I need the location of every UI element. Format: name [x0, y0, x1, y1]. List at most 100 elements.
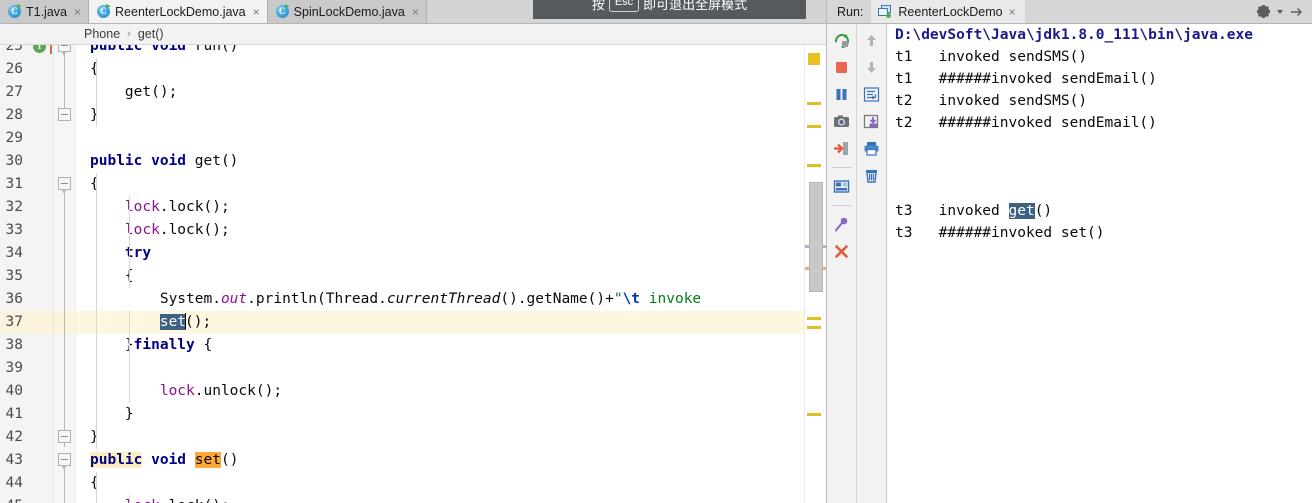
code-line[interactable]: public void run()	[76, 45, 826, 58]
stop-icon[interactable]	[830, 56, 854, 79]
breadcrumb-member[interactable]: get()	[138, 27, 164, 41]
code-line[interactable]: try	[76, 242, 826, 265]
code-line[interactable]: }	[76, 426, 826, 449]
line-number: 30	[5, 153, 23, 169]
trash-icon[interactable]	[860, 164, 884, 187]
code-line[interactable]: System.out.println(Thread.currentThread(…	[76, 288, 826, 311]
fullscreen-hint-suffix: 即可退出全屏模式	[643, 0, 748, 12]
code-line[interactable]: }	[76, 104, 826, 127]
arrow-up-icon[interactable]	[860, 29, 884, 52]
indent-guide	[129, 196, 130, 288]
code-line[interactable]: set();	[76, 311, 826, 334]
exit-icon[interactable]	[830, 137, 854, 160]
line-number: 44	[5, 475, 23, 491]
close-x-icon[interactable]	[830, 240, 854, 263]
rerun-icon[interactable]	[830, 29, 854, 52]
line-number: 28	[5, 107, 23, 123]
code-line[interactable]: {	[76, 58, 826, 81]
code-token: "	[613, 291, 623, 307]
gear-icon[interactable]	[1254, 3, 1272, 21]
line-number: 27	[5, 84, 23, 100]
code-lines[interactable]: public void run() { get();} public void ge…	[76, 45, 826, 503]
warning-marker[interactable]	[807, 164, 821, 167]
minimize-arrow-icon[interactable]	[1288, 3, 1306, 21]
warning-marker[interactable]	[807, 326, 821, 329]
warning-marker[interactable]	[807, 125, 821, 128]
console-output-line: t1 invoked sendSMS()	[895, 49, 1088, 65]
code-token: out	[220, 291, 248, 307]
warning-marker[interactable]	[807, 413, 821, 416]
code-line[interactable]: lock.unlock();	[76, 380, 826, 403]
indent-guide	[129, 311, 130, 403]
code-line[interactable]: lock.lock();	[76, 219, 826, 242]
console-selected-text: get	[1008, 203, 1035, 219]
code-line[interactable]: }	[76, 403, 826, 426]
code-token: void	[142, 452, 195, 468]
warning-marker[interactable]	[807, 102, 821, 105]
fold-region-line	[64, 465, 65, 503]
code-token: {	[90, 61, 99, 77]
vertical-scrollbar-thumb[interactable]	[809, 182, 823, 292]
code-token: run()	[194, 45, 239, 54]
close-icon[interactable]: ×	[74, 6, 81, 18]
fold-toggle-icon[interactable]	[58, 453, 71, 470]
code-line[interactable]: public void set()	[76, 449, 826, 472]
line-number: 37	[5, 314, 23, 330]
console-output-line: t1 ######invoked sendEmail()	[895, 71, 1157, 87]
soft-wrap-icon[interactable]	[860, 83, 884, 106]
print-icon[interactable]	[860, 137, 884, 160]
toolbar-divider	[831, 205, 852, 206]
code-line[interactable]: lock.lock();	[76, 196, 826, 219]
code-line[interactable]	[76, 357, 826, 380]
pin-icon[interactable]	[830, 213, 854, 236]
editor-gutter[interactable]: 25 26 27 28 29 30 31 32 33 34 35 36 37 38 39 40 41 42 43 44…	[0, 45, 54, 503]
implementing-method-icon[interactable]: I	[33, 45, 46, 53]
fold-toggle-icon[interactable]	[58, 108, 71, 121]
close-icon[interactable]: ×	[253, 6, 260, 18]
code-line[interactable]: get();	[76, 81, 826, 104]
code-line[interactable]: {	[76, 265, 826, 288]
line-number: 29	[5, 130, 23, 146]
code-folding-strip[interactable]	[54, 45, 76, 503]
code-line[interactable]	[76, 127, 826, 150]
fold-toggle-icon[interactable]	[58, 45, 71, 56]
code-token: public	[90, 452, 143, 468]
code-line[interactable]: {	[76, 173, 826, 196]
editor-tab-t1[interactable]: C T1.java ×	[0, 0, 90, 23]
editor-tab-label: T1.java	[26, 4, 67, 19]
arrow-down-icon[interactable]	[860, 56, 884, 79]
code-line[interactable]: }finally {	[76, 334, 826, 357]
fold-toggle-icon[interactable]	[58, 177, 71, 194]
warning-marker[interactable]	[807, 317, 821, 320]
run-toolbar-right	[857, 24, 887, 503]
close-icon[interactable]: ×	[412, 6, 419, 18]
export-icon[interactable]	[860, 110, 884, 133]
code-line[interactable]: lock.lock();	[76, 495, 826, 503]
editor-marker-scrollbar[interactable]	[804, 45, 826, 503]
chevron-down-icon[interactable]	[1276, 3, 1284, 21]
code-token: \t	[622, 291, 641, 307]
editor-tab-reenterlockdemo[interactable]: C ReenterLockDemo.java ×	[89, 0, 268, 23]
pause-icon[interactable]	[830, 83, 854, 106]
code-token: get()	[194, 153, 239, 169]
breadcrumb-class[interactable]: Phone	[84, 27, 120, 41]
line-number: 38	[5, 337, 23, 353]
editor-tab-spinlockdemo[interactable]: C SpinLockDemo.java ×	[267, 0, 427, 23]
console-output[interactable]: D:\devSoft\Java\jdk1.8.0_111\bin\java.ex…	[887, 24, 1312, 503]
code-line[interactable]: {	[76, 472, 826, 495]
editor-tab-label: SpinLockDemo.java	[293, 4, 405, 19]
indent-guide	[129, 495, 130, 503]
close-icon[interactable]: ×	[1009, 6, 1016, 18]
camera-icon[interactable]	[830, 110, 854, 133]
layout-icon[interactable]	[830, 175, 854, 198]
code-line[interactable]: public void get()	[76, 150, 826, 173]
run-tab-reenterlockdemo[interactable]: ReenterLockDemo ×	[871, 0, 1025, 23]
code-token: finally	[133, 337, 195, 353]
line-number: 43	[5, 452, 23, 468]
run-tool-window-header: Run: ReenterLockDemo ×	[827, 0, 1312, 24]
warning-marker[interactable]	[808, 53, 820, 65]
console-output-line: t3 ######invoked set()	[895, 225, 1105, 241]
fold-toggle-icon[interactable]	[58, 430, 71, 443]
code-token: .lock();	[160, 498, 230, 503]
